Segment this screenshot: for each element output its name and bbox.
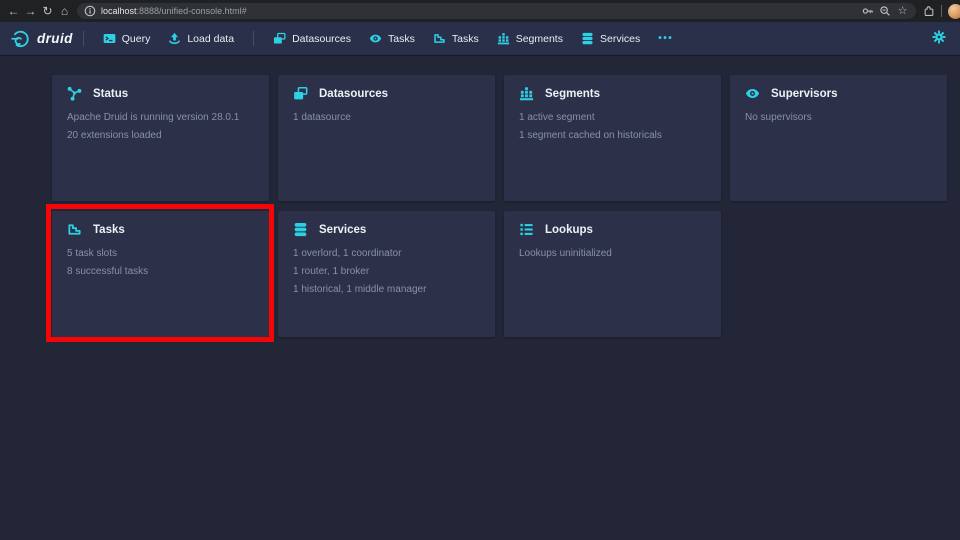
nav-divider xyxy=(83,31,84,46)
nav-label: Datasources xyxy=(292,33,351,45)
supervisors-card[interactable]: Supervisors No supervisors xyxy=(730,75,947,201)
tasks-card[interactable]: Tasks 5 task slots 8 successful tasks xyxy=(52,211,269,337)
toolbar-separator xyxy=(941,5,942,17)
profile-avatar[interactable] xyxy=(948,4,960,19)
card-title: Services xyxy=(319,224,366,236)
back-icon[interactable]: ← xyxy=(5,0,22,22)
zoom-icon[interactable] xyxy=(879,5,891,17)
toolbar-right xyxy=(923,4,955,19)
url-text: localhost:8888/unified-console.html# xyxy=(101,6,247,16)
url-host: localhost xyxy=(101,6,137,16)
forward-icon[interactable]: → xyxy=(22,0,39,22)
settings-button[interactable] xyxy=(928,28,950,49)
nav-item-load-data[interactable]: Load data xyxy=(159,27,243,51)
upload-icon xyxy=(168,32,181,45)
database-icon xyxy=(581,32,594,45)
segments-card[interactable]: Segments 1 active segment 1 segment cach… xyxy=(504,75,721,201)
home-view: Status Apache Druid is running version 2… xyxy=(0,55,960,540)
card-line: 1 historical, 1 middle manager xyxy=(293,285,480,295)
card-line: No supervisors xyxy=(745,113,932,123)
gantt-icon xyxy=(433,32,446,45)
nav-item-more[interactable]: ••• xyxy=(649,27,682,51)
extensions-icon[interactable] xyxy=(923,5,935,17)
card-line: Apache Druid is running version 28.0.1 xyxy=(67,113,254,123)
card-line: 20 extensions loaded xyxy=(67,131,254,141)
reload-icon[interactable]: ↻ xyxy=(39,0,56,22)
nav-item-supervisors[interactable]: Tasks xyxy=(360,27,424,51)
card-line: Lookups uninitialized xyxy=(519,249,706,259)
status-card[interactable]: Status Apache Druid is running version 2… xyxy=(52,75,269,201)
card-line: 1 active segment xyxy=(519,113,706,123)
nav-item-tasks[interactable]: Tasks xyxy=(424,27,488,51)
druid-logo-icon xyxy=(10,28,31,49)
druid-logo[interactable]: druid xyxy=(10,28,73,49)
eye-icon xyxy=(745,86,760,101)
druid-navbar: druid Query Load data Datasources Task xyxy=(0,22,960,55)
card-line: 1 overlord, 1 coordinator xyxy=(293,249,480,259)
card-title: Datasources xyxy=(319,88,388,100)
site-info-icon[interactable] xyxy=(84,5,96,17)
card-line: 5 task slots xyxy=(67,249,254,259)
card-row-2: Tasks 5 task slots 8 successful tasks Se… xyxy=(52,211,960,337)
datasources-icon xyxy=(273,32,286,45)
eye-icon xyxy=(369,32,382,45)
gear-icon xyxy=(932,30,946,44)
nav-label: Query xyxy=(122,33,151,45)
card-line: 1 segment cached on historicals xyxy=(519,131,706,141)
bookmark-star-icon[interactable]: ☆ xyxy=(896,5,909,17)
nav-label: Tasks xyxy=(452,33,479,45)
datasources-card[interactable]: Datasources 1 datasource xyxy=(278,75,495,201)
nav-divider xyxy=(253,31,254,46)
console-icon xyxy=(103,32,116,45)
browser-toolbar: ← → ↻ ⌂ localhost:8888/unified-console.h… xyxy=(0,0,960,22)
card-line: 1 datasource xyxy=(293,113,480,123)
nav-label: Load data xyxy=(187,33,234,45)
gantt-icon xyxy=(67,222,82,237)
services-card[interactable]: Services 1 overlord, 1 coordinator 1 rou… xyxy=(278,211,495,337)
segments-icon xyxy=(519,86,534,101)
address-bar[interactable]: localhost:8888/unified-console.html# ☆ xyxy=(77,3,916,19)
segments-icon xyxy=(497,32,510,45)
nav-item-datasources[interactable]: Datasources xyxy=(264,27,360,51)
datasources-icon xyxy=(293,86,308,101)
card-title: Segments xyxy=(545,88,600,100)
card-title: Supervisors xyxy=(771,88,837,100)
card-row-1: Status Apache Druid is running version 2… xyxy=(52,75,960,201)
nav-item-segments[interactable]: Segments xyxy=(488,27,572,51)
nav-label: Services xyxy=(600,33,640,45)
card-title: Lookups xyxy=(545,224,593,236)
nav-item-services[interactable]: Services xyxy=(572,27,649,51)
home-icon[interactable]: ⌂ xyxy=(56,0,73,22)
graph-icon xyxy=(67,86,82,101)
password-key-icon[interactable] xyxy=(862,5,874,17)
card-title: Tasks xyxy=(93,224,125,236)
url-path: :8888/unified-console.html# xyxy=(137,6,247,16)
more-icon: ••• xyxy=(658,33,673,44)
properties-icon xyxy=(519,222,534,237)
card-line: 1 router, 1 broker xyxy=(293,267,480,277)
nav-label: Tasks xyxy=(388,33,415,45)
lookups-card[interactable]: Lookups Lookups uninitialized xyxy=(504,211,721,337)
card-line: 8 successful tasks xyxy=(67,267,254,277)
druid-logo-text: druid xyxy=(37,31,73,46)
database-icon xyxy=(293,222,308,237)
nav-label: Segments xyxy=(516,33,563,45)
card-title: Status xyxy=(93,88,128,100)
nav-item-query[interactable]: Query xyxy=(94,27,160,51)
